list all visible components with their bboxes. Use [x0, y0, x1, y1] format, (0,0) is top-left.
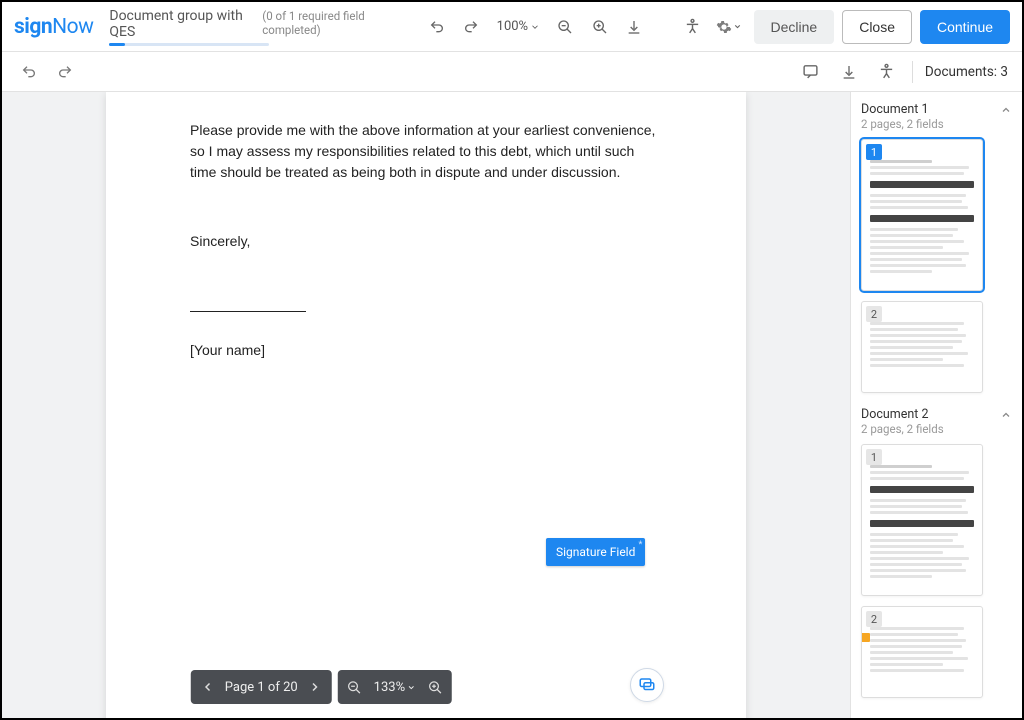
comments-icon[interactable] [798, 59, 824, 85]
zoom-dropdown[interactable]: 133% [372, 680, 418, 695]
top-zoom-dropdown[interactable]: 100% [495, 19, 542, 34]
body-paragraph: Please provide me with the above informa… [190, 120, 662, 183]
download-icon[interactable] [836, 59, 862, 85]
thumb-number: 1 [866, 144, 882, 160]
thumbnail-doc2-page2[interactable]: 2 [861, 606, 983, 698]
doc2-sub: 2 pages, 2 fields [861, 422, 944, 436]
bottom-zoom-value: 133% [374, 680, 405, 695]
next-page-icon[interactable] [304, 676, 326, 698]
decline-button[interactable]: Decline [754, 10, 835, 44]
collapse-doc2-icon[interactable] [1000, 409, 1012, 421]
close-button[interactable]: Close [842, 10, 912, 44]
chevron-down-icon [407, 683, 416, 692]
title-block: Document group with QES (0 of 1 required… [109, 8, 402, 46]
page-indicator: Page 1 of 20 [225, 680, 298, 695]
bottom-toolbar: Page 1 of 20 133% [191, 670, 452, 704]
collapse-doc1-icon[interactable] [1000, 104, 1012, 116]
doc1-name: Document 1 [861, 102, 944, 117]
zoom-in-icon[interactable] [424, 676, 446, 698]
doc2-name: Document 2 [861, 407, 944, 422]
main-area: Please provide me with the above informa… [2, 92, 1022, 718]
zoom-in-top-icon[interactable] [588, 14, 610, 40]
zoom-group: 133% [338, 670, 452, 704]
progress-bar [109, 43, 269, 46]
canvas-area[interactable]: Please provide me with the above informa… [2, 92, 850, 718]
thumb-number: 2 [866, 306, 882, 322]
page-nav-group: Page 1 of 20 [191, 670, 332, 704]
download-top-icon[interactable] [623, 14, 645, 40]
documents-count: Documents: 3 [925, 64, 1008, 80]
signature-line [190, 296, 306, 312]
thumbnail-doc1-page1[interactable]: 1 [861, 139, 983, 291]
thumbnail-panel[interactable]: Document 1 2 pages, 2 fields 1 [850, 92, 1022, 718]
undo-top-icon[interactable] [426, 14, 448, 40]
redo-top-icon[interactable] [460, 14, 482, 40]
signature-field-label: Signature Field [556, 545, 635, 559]
sincerely-text: Sincerely, [190, 231, 662, 252]
doc1-sub: 2 pages, 2 fields [861, 117, 944, 131]
document-title: Document group with QES [109, 8, 248, 40]
chevron-down-icon [530, 22, 540, 32]
undo-icon[interactable] [16, 59, 42, 85]
app-logo: signNow [14, 15, 93, 39]
second-bar: Documents: 3 [2, 52, 1022, 92]
document-page[interactable]: Please provide me with the above informa… [106, 92, 746, 718]
zoom-out-icon[interactable] [344, 676, 366, 698]
doc-section-1: Document 1 2 pages, 2 fields 1 [861, 102, 1012, 393]
chat-fab-icon[interactable] [630, 668, 664, 702]
signature-field[interactable]: Signature Field [546, 538, 645, 566]
field-marker-icon [861, 633, 870, 642]
prev-page-icon[interactable] [197, 676, 219, 698]
chevron-down-icon [733, 22, 742, 31]
thumb-number: 1 [866, 449, 882, 465]
logo-part1: sign [14, 15, 52, 39]
top-bar: signNow Document group with QES (0 of 1 … [2, 2, 1022, 52]
accessibility-icon[interactable] [874, 59, 900, 85]
doc-section-2: Document 2 2 pages, 2 fields 1 [861, 407, 1012, 698]
continue-button[interactable]: Continue [920, 10, 1010, 44]
accessibility-top-icon[interactable] [681, 14, 703, 40]
your-name-placeholder: [Your name] [190, 340, 662, 361]
thumbnail-doc2-page1[interactable]: 1 [861, 444, 983, 596]
thumb-number: 2 [866, 611, 882, 627]
top-zoom-value: 100% [497, 19, 528, 34]
divider [912, 61, 913, 83]
logo-part2: Now [52, 15, 93, 39]
settings-top-icon[interactable] [716, 14, 742, 40]
zoom-out-top-icon[interactable] [554, 14, 576, 40]
required-fields-text: (0 of 1 required field completed) [262, 9, 402, 37]
redo-icon[interactable] [52, 59, 78, 85]
thumbnail-doc1-page2[interactable]: 2 [861, 301, 983, 393]
